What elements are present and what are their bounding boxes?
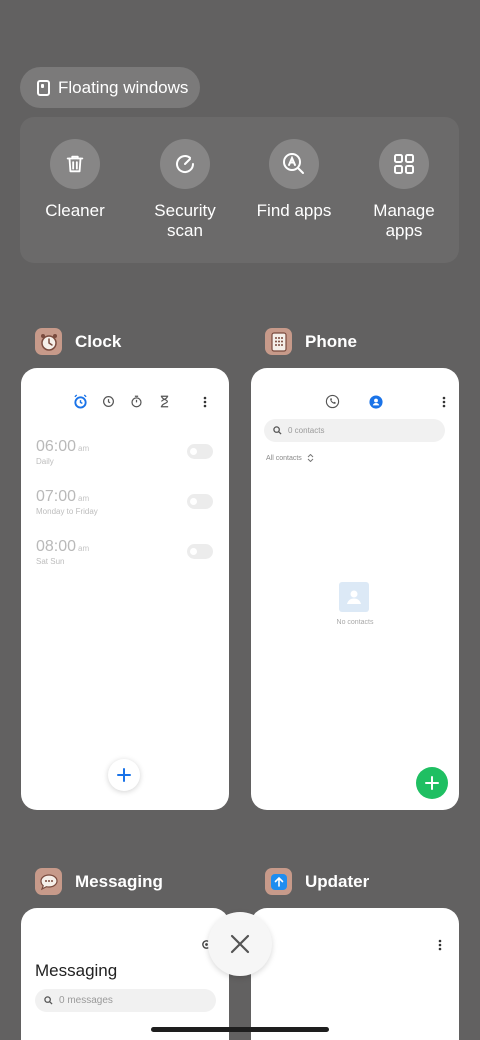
- messages-search-input[interactable]: 0 messages: [35, 989, 216, 1012]
- clear-all-button[interactable]: [208, 912, 272, 976]
- phone-tabs: [325, 394, 446, 414]
- cleaner-label: Cleaner: [45, 201, 105, 220]
- alarm-toggle[interactable]: [187, 544, 213, 559]
- messaging-app-header[interactable]: Messaging: [35, 868, 163, 895]
- alarm-toggle[interactable]: [187, 444, 213, 459]
- search-placeholder: 0 contacts: [288, 426, 325, 435]
- filter-label: All contacts: [266, 454, 302, 462]
- calls-tab-icon[interactable]: [325, 394, 340, 414]
- close-icon: [230, 934, 250, 954]
- search-icon: [44, 996, 53, 1005]
- messaging-app-card[interactable]: Messaging 0 messages: [21, 908, 229, 1040]
- clock-app-header[interactable]: Clock: [35, 328, 121, 355]
- quick-tools-panel: Cleaner Security scan Find apps Manage a…: [20, 117, 459, 263]
- grid-icon: [379, 139, 429, 189]
- phone-app-name: Phone: [305, 331, 357, 351]
- phone-app-card[interactable]: 0 contacts All contacts No contacts: [251, 368, 459, 810]
- messaging-icon: [35, 868, 62, 895]
- contacts-search-input[interactable]: 0 contacts: [264, 419, 445, 442]
- floating-window-icon: [37, 79, 50, 96]
- world-clock-tab-icon[interactable]: [102, 395, 115, 413]
- more-options-icon[interactable]: [442, 395, 446, 413]
- more-options-icon[interactable]: [203, 395, 207, 413]
- manage-apps-label: Manage apps: [373, 201, 435, 240]
- empty-contacts-icon: [339, 582, 369, 612]
- clock-app-name: Clock: [75, 331, 122, 351]
- floating-windows-button[interactable]: Floating windows: [20, 67, 200, 108]
- manage-apps-button[interactable]: Manage apps: [349, 139, 459, 241]
- floating-windows-label: Floating windows: [58, 77, 189, 97]
- security-scan-button[interactable]: Security scan: [130, 139, 240, 241]
- updater-app-card[interactable]: [251, 908, 459, 1040]
- clock-tabs: [73, 394, 207, 414]
- phone-keypad-icon: [265, 328, 292, 355]
- search-icon: [273, 426, 282, 435]
- trash-icon: [50, 139, 100, 189]
- alarm-repeat: Sat Sun: [36, 557, 65, 566]
- cleaner-button[interactable]: Cleaner: [20, 139, 130, 221]
- contacts-filter-dropdown[interactable]: All contacts: [266, 454, 314, 462]
- more-options-icon[interactable]: [438, 938, 442, 956]
- messaging-app-name: Messaging: [75, 871, 163, 891]
- updater-app-name: Updater: [305, 871, 370, 891]
- search-placeholder: 0 messages: [59, 995, 113, 1006]
- find-apps-icon: [269, 139, 319, 189]
- alarm-tab-icon[interactable]: [73, 394, 88, 414]
- alarm-item[interactable]: 08:00 am Sat Sun: [36, 538, 213, 578]
- messaging-title: Messaging: [35, 961, 118, 980]
- alarm-repeat: Monday to Friday: [36, 507, 98, 516]
- alarm-repeat: Daily: [36, 457, 54, 466]
- find-apps-button[interactable]: Find apps: [239, 139, 349, 221]
- updater-app-header[interactable]: Updater: [265, 868, 369, 895]
- add-alarm-button[interactable]: [108, 759, 140, 791]
- security-scan-icon: [160, 139, 210, 189]
- sort-arrows-icon: [307, 454, 314, 462]
- empty-contacts-text: No contacts: [336, 619, 374, 626]
- clock-app-card[interactable]: 06:00 am Daily 07:00 am Monday to Friday 0…: [21, 368, 229, 810]
- alarm-clock-icon: [35, 328, 62, 355]
- find-apps-label: Find apps: [256, 201, 332, 220]
- alarm-item[interactable]: 07:00 am Monday to Friday: [36, 488, 213, 528]
- stopwatch-tab-icon[interactable]: [130, 395, 143, 413]
- alarm-toggle[interactable]: [187, 494, 213, 509]
- updater-icon: [265, 868, 292, 895]
- phone-app-header[interactable]: Phone: [265, 328, 357, 355]
- security-scan-label: Security scan: [154, 201, 216, 240]
- alarm-item[interactable]: 06:00 am Daily: [36, 438, 213, 478]
- plus-icon: [117, 768, 131, 782]
- timer-tab-icon[interactable]: [159, 395, 170, 413]
- plus-icon: [425, 776, 439, 790]
- contacts-tab-icon[interactable]: [369, 394, 383, 414]
- home-indicator[interactable]: [151, 1027, 329, 1032]
- add-contact-button[interactable]: [416, 767, 448, 799]
